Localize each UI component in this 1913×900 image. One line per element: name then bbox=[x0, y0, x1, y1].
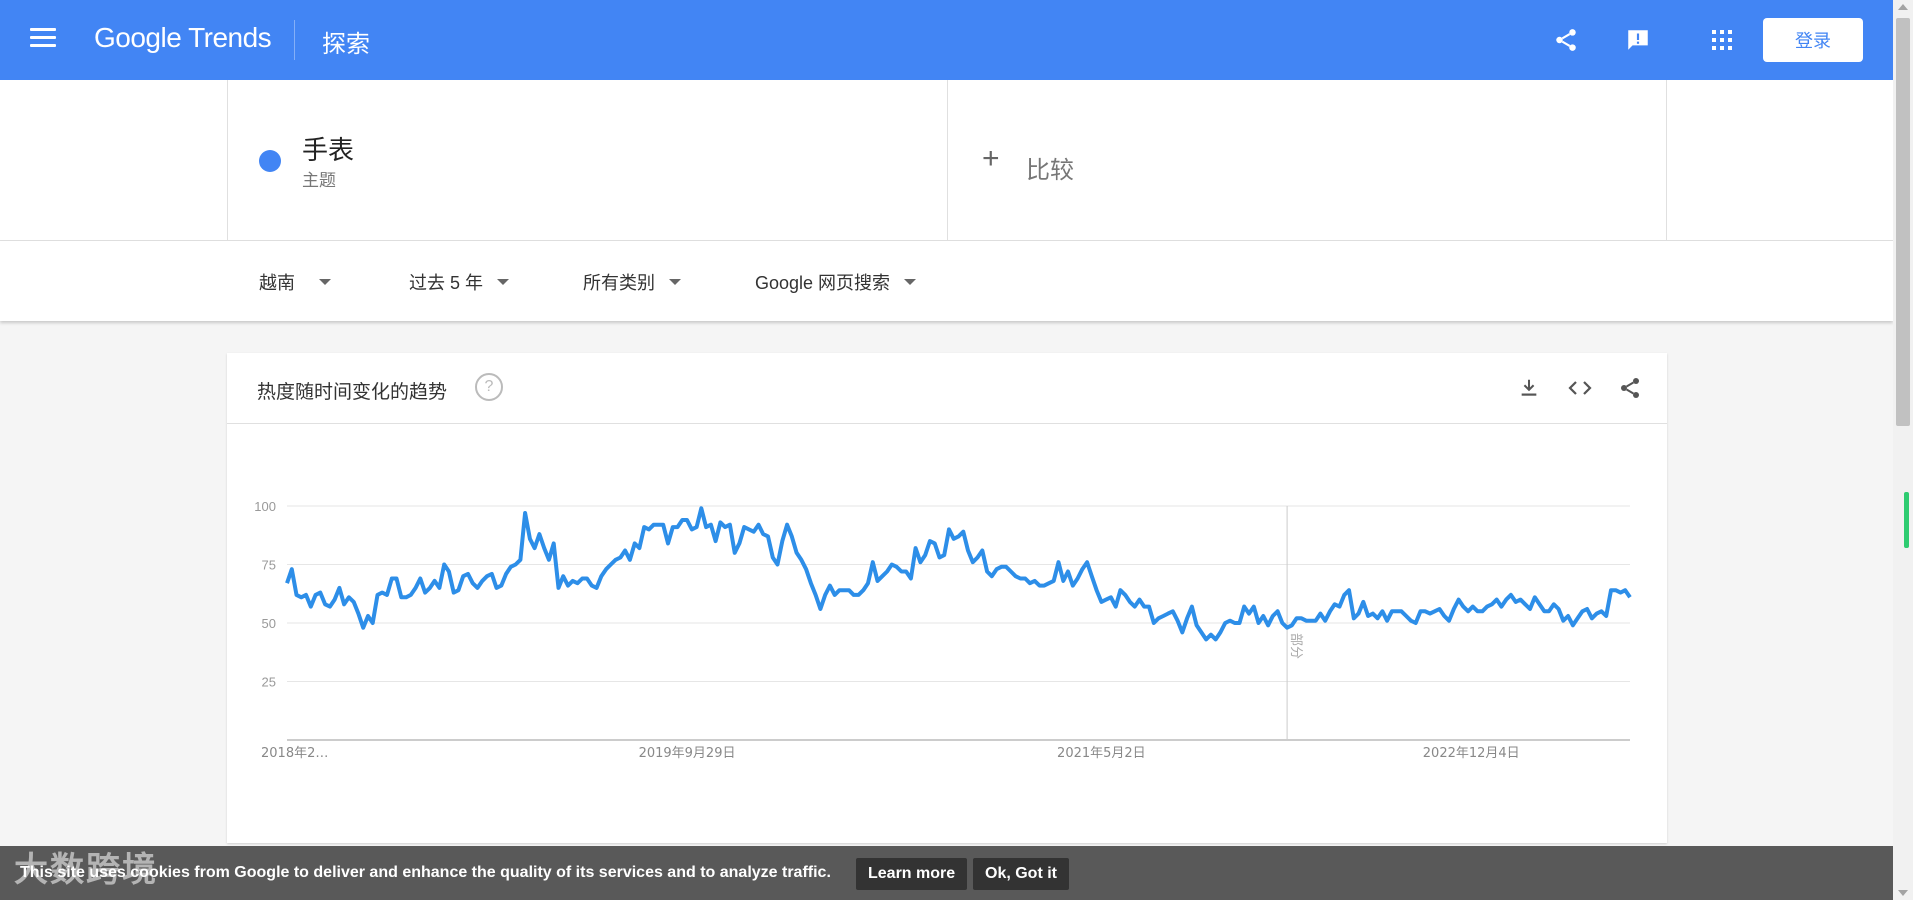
term-name: 手表 bbox=[302, 135, 355, 165]
x-tick-label: 2018年2… bbox=[261, 746, 328, 761]
download-icon[interactable] bbox=[1514, 373, 1544, 403]
y-tick-label: 100 bbox=[254, 499, 276, 514]
trend-line bbox=[285, 506, 1632, 642]
brand-logo[interactable]: Google Trends bbox=[94, 22, 272, 54]
cookie-banner: This site uses cookies from Google to de… bbox=[0, 846, 1893, 900]
app-bar: Google Trends 探索 登录 bbox=[0, 0, 1893, 80]
feedback-icon[interactable] bbox=[1622, 24, 1654, 56]
help-icon[interactable]: ? bbox=[475, 373, 503, 401]
page-title: 探索 bbox=[322, 31, 370, 58]
category-dropdown[interactable]: 所有类别 bbox=[583, 269, 681, 295]
login-button[interactable]: 登录 bbox=[1763, 18, 1863, 62]
learn-more-button[interactable]: Learn more bbox=[856, 858, 968, 890]
scroll-up-arrow-icon[interactable] bbox=[1898, 4, 1908, 10]
card-header: 热度随时间变化的趋势 ? bbox=[227, 353, 1667, 424]
compare-label: 比较 bbox=[1026, 157, 1074, 184]
apps-icon[interactable] bbox=[1706, 24, 1738, 56]
chevron-down-icon bbox=[319, 279, 331, 285]
partial-data-label: 部分 bbox=[1288, 633, 1303, 659]
y-tick-label: 25 bbox=[262, 675, 276, 690]
watermark-logo: 大数跨境 bbox=[14, 851, 158, 889]
scrollbar-thumb[interactable] bbox=[1896, 18, 1910, 426]
interest-over-time-card: 热度随时间变化的趋势 ? 25 50 75 100 部分 2018年2… 2019年9月29… bbox=[227, 353, 1667, 843]
property-dropdown[interactable]: Google 网页搜索 bbox=[755, 269, 917, 295]
menu-icon[interactable] bbox=[30, 28, 56, 48]
chevron-down-icon bbox=[497, 279, 510, 285]
term-type: 主题 bbox=[302, 171, 336, 190]
time-label: 过去 5 年 bbox=[409, 273, 484, 293]
plus-icon: + bbox=[982, 142, 1000, 175]
y-tick-label: 50 bbox=[262, 616, 276, 631]
chevron-down-icon bbox=[904, 279, 917, 285]
x-tick-label: 2021年5月2日 bbox=[1057, 746, 1146, 761]
share-icon[interactable] bbox=[1550, 24, 1582, 56]
region-dropdown[interactable]: 越南 bbox=[259, 269, 331, 295]
search-term-row: 手表 主题 + 比较 bbox=[0, 80, 1893, 241]
time-dropdown[interactable]: 过去 5 年 bbox=[409, 269, 510, 295]
filter-bar: 越南 过去 5 年 所有类别 Google 网页搜索 bbox=[0, 241, 1893, 321]
scroll-marker bbox=[1904, 492, 1909, 548]
divider bbox=[294, 20, 295, 60]
region-label: 越南 bbox=[259, 273, 295, 293]
x-tick-label: 2019年9月29日 bbox=[639, 746, 736, 761]
compare-button[interactable]: + 比较 bbox=[946, 80, 1667, 240]
search-term-card[interactable]: 手表 主题 bbox=[227, 80, 948, 240]
y-tick-label: 75 bbox=[262, 558, 276, 573]
x-tick-label: 2022年12月4日 bbox=[1423, 746, 1520, 761]
page-scrollbar[interactable] bbox=[1893, 0, 1913, 900]
embed-icon[interactable] bbox=[1565, 373, 1595, 403]
card-title: 热度随时间变化的趋势 bbox=[257, 382, 448, 403]
chevron-down-icon bbox=[669, 279, 681, 285]
share-icon[interactable] bbox=[1615, 373, 1645, 403]
ok-got-it-button[interactable]: Ok, Got it bbox=[973, 858, 1069, 890]
term-color-dot bbox=[259, 150, 281, 172]
property-label: Google 网页搜索 bbox=[755, 273, 891, 293]
category-label: 所有类别 bbox=[583, 273, 655, 293]
scroll-down-arrow-icon[interactable] bbox=[1898, 890, 1908, 896]
trend-chart[interactable]: 25 50 75 100 部分 2018年2… 2019年9月29日 2021年5月2日 202… bbox=[227, 424, 1667, 834]
